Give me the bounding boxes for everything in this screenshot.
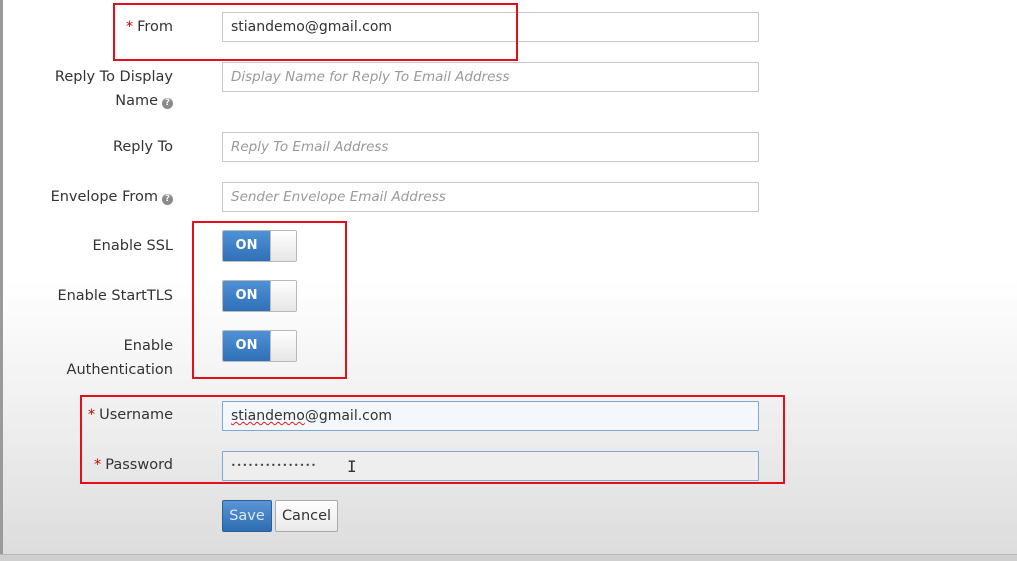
enable-authentication-label-line1: Enable — [123, 338, 173, 354]
cancel-button[interactable]: Cancel — [275, 500, 338, 532]
envelope-from-input[interactable]: Sender Envelope Email Address — [222, 182, 759, 212]
highlight-box-from — [113, 3, 518, 61]
highlight-box-credentials — [80, 395, 785, 484]
help-icon[interactable]: ? — [162, 194, 173, 205]
save-button[interactable]: Save — [222, 500, 272, 532]
reply-to-display-name-input[interactable]: Display Name for Reply To Email Address — [222, 62, 759, 92]
envelope-from-label: Envelope From? — [51, 185, 173, 209]
envelope-from-label-text: Envelope From — [50, 189, 158, 205]
reply-to-input[interactable]: Reply To Email Address — [222, 132, 759, 162]
enable-authentication-label-line2: Authentication — [66, 362, 173, 378]
window-left-border — [0, 0, 3, 560]
enable-starttls-label: Enable StartTLS — [57, 288, 173, 304]
highlight-box-toggles — [192, 221, 347, 379]
reply-to-display-name-label: Reply To Display Name? — [55, 65, 173, 113]
help-icon[interactable]: ? — [162, 98, 173, 109]
enable-ssl-label: Enable SSL — [92, 238, 174, 254]
reply-to-label: Reply To — [112, 139, 173, 155]
reply-to-display-name-label-line2: Name — [115, 93, 158, 109]
reply-to-display-name-label-line1: Reply To Display — [54, 69, 173, 85]
enable-authentication-label: Enable Authentication — [67, 334, 173, 382]
